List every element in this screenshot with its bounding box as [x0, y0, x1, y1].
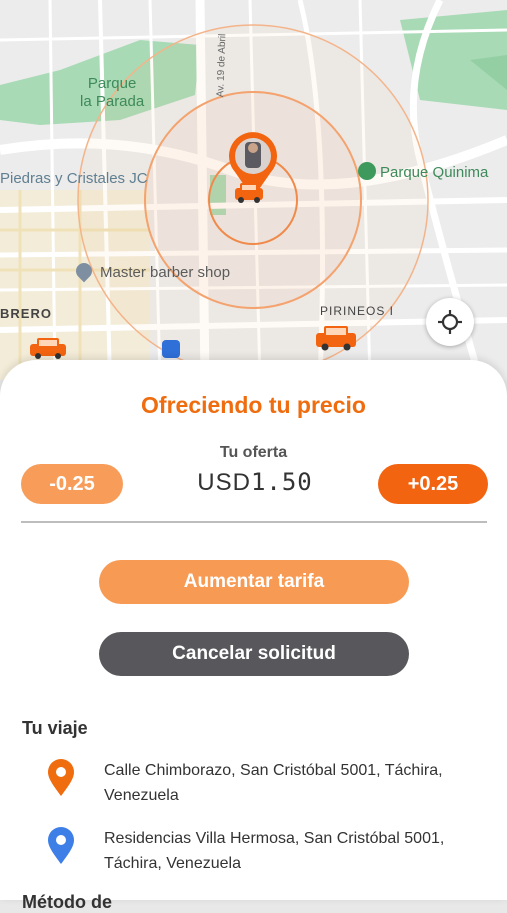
pirineos-label: PIRINEOS I: [320, 304, 395, 318]
crosshair-icon: [438, 310, 462, 334]
car-icon: [314, 323, 356, 351]
offer-caption: Tu oferta: [219, 444, 288, 461]
price-amount: 1.50: [250, 468, 313, 496]
raise-fare-button[interactable]: Aumentar tarifa: [99, 560, 409, 604]
price-currency: USD: [197, 469, 251, 496]
offer-sheet: Ofreciendo tu precio Tu oferta -0.25 USD…: [0, 360, 507, 912]
cancel-request-button[interactable]: Cancelar solicitud: [99, 632, 409, 676]
car-icon: [28, 336, 68, 360]
park-quinimari-label: Parque Quinima: [358, 162, 488, 182]
park-icon: [358, 162, 376, 180]
sheet-title: Ofreciendo tu precio: [141, 392, 366, 418]
increase-price-button[interactable]: +0.25: [378, 464, 488, 504]
avenue-label: Av. 19 de Abril: [215, 33, 229, 98]
payment-section-title: Método de: [22, 892, 112, 912]
locate-me-button[interactable]: [426, 298, 474, 346]
decrease-price-button[interactable]: -0.25: [21, 464, 123, 504]
divider: [21, 521, 487, 523]
origin-pin-icon: [48, 759, 74, 796]
destination-address: Residencias Villa Hermosa, San Cristóbal…: [104, 830, 445, 872]
trip-section-title: Tu viaje: [22, 718, 88, 738]
bus-icon: [162, 340, 180, 358]
piedras-label: Piedras y Cristales JC: [0, 170, 148, 187]
destination-pin-icon: [48, 827, 74, 864]
offer-price: USD1.50: [150, 468, 360, 497]
brero-label: BRERO: [0, 306, 52, 321]
origin-address: Calle Chimborazo, San Cristóbal 5001, Tá…: [104, 762, 443, 804]
barber-label: Master barber shop: [72, 259, 230, 283]
place-icon: [72, 259, 96, 283]
park-parada-label: Parque la Parada: [80, 75, 145, 110]
car-icon: [233, 180, 273, 204]
map-view[interactable]: Parque la Parada Piedras y Cristales JC …: [0, 0, 507, 380]
